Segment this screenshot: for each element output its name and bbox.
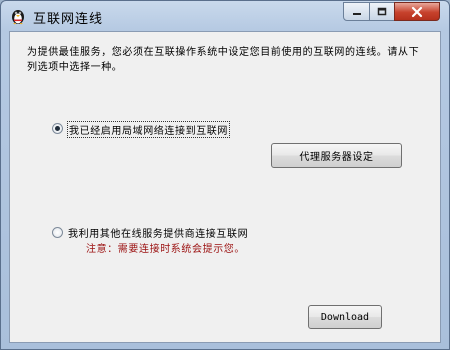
close-button[interactable] — [394, 2, 440, 21]
penguin-app-icon — [9, 7, 27, 25]
lan-radio[interactable] — [52, 123, 63, 134]
download-button-label: Download — [320, 311, 370, 323]
dialog-body — [9, 31, 441, 343]
connection-note: 注意：需要连接时系统会提示您。 — [86, 244, 245, 255]
window-title: 互联网连线 — [33, 12, 104, 27]
lan-option-label[interactable]: 我已经启用局域网络连接到互联网 — [67, 121, 230, 138]
close-icon — [411, 6, 423, 17]
dialog-window: 互联网连线 为提供最佳服务，您必须在互联操作系统中设定您目前使用的互联网的连线。… — [0, 0, 450, 350]
download-button[interactable]: Download — [308, 305, 382, 329]
online-provider-option-label[interactable]: 我利用其他在线服务提供商连接互联网 — [68, 225, 248, 240]
maximize-button[interactable] — [369, 2, 395, 21]
minimize-button[interactable] — [343, 2, 370, 21]
online-provider-radio[interactable] — [52, 227, 63, 238]
maximize-icon — [377, 7, 387, 15]
minimize-icon — [352, 12, 361, 15]
title-bar[interactable]: 互联网连线 — [1, 1, 449, 31]
radio-selected-dot — [55, 126, 60, 131]
proxy-settings-button[interactable]: 代理服务器设定 — [271, 143, 402, 168]
instruction-text: 为提供最佳服务，您必须在互联操作系统中设定您目前使用的互联网的连线。请从下列选项… — [27, 47, 420, 73]
